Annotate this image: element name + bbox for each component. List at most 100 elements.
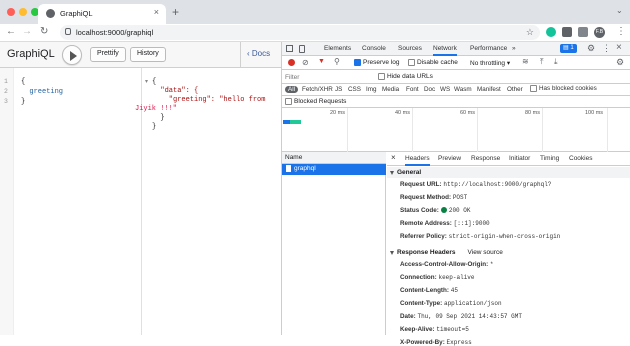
response-header-row: Connection: keep-alive: [400, 274, 475, 281]
tab-elements[interactable]: Elements: [324, 45, 351, 52]
tab-timing[interactable]: Timing: [540, 155, 559, 162]
prettify-button[interactable]: Prettify: [90, 47, 126, 62]
wifi-icon[interactable]: ≋: [522, 57, 529, 66]
new-tab-button[interactable]: +: [172, 5, 179, 19]
fold-arrow-icon[interactable]: ▾: [145, 78, 148, 85]
request-list: Name graphql: [282, 152, 386, 335]
forward-icon[interactable]: →: [22, 26, 32, 37]
device-toolbar-icon[interactable]: [299, 45, 305, 53]
type-media[interactable]: Media: [382, 86, 399, 93]
info-icon[interactable]: [65, 28, 71, 35]
inspect-element-icon[interactable]: [286, 45, 293, 52]
request-row[interactable]: graphql: [282, 164, 386, 175]
type-css[interactable]: CSS: [348, 86, 361, 93]
timeline-tick-label: 100 ms: [585, 110, 604, 116]
type-doc[interactable]: Doc: [424, 86, 435, 93]
type-js[interactable]: JS: [335, 86, 342, 93]
search-icon[interactable]: ⚲: [334, 57, 340, 66]
checkbox-checked-icon: [354, 59, 361, 66]
header-value: POST: [452, 194, 468, 201]
grammarly-extension-icon[interactable]: [546, 27, 556, 37]
type-ws[interactable]: WS: [440, 86, 450, 93]
type-font[interactable]: Font: [406, 86, 419, 93]
filter-row: Hide data URLs: [282, 70, 630, 84]
general-section-toggle[interactable]: General: [387, 167, 630, 178]
tab-response[interactable]: Response: [471, 155, 500, 162]
close-devtools-icon[interactable]: ×: [616, 42, 622, 53]
has-blocked-cookies-checkbox[interactable]: Has blocked cookies: [530, 85, 597, 92]
docs-label: Docs: [251, 49, 271, 58]
result-viewer: ▾ { "data": { "greeting": "hello from Ji…: [135, 68, 281, 335]
header-value: [::1]:9000: [453, 220, 490, 227]
general-row: Request URL: http://localhost:9000/graph…: [400, 181, 551, 188]
type-manifest[interactable]: Manifest: [477, 86, 501, 93]
header-value: *: [489, 261, 494, 268]
network-settings-icon[interactable]: ⚙: [616, 57, 624, 68]
avatar[interactable]: F.B: [594, 27, 605, 38]
header-value: strict-origin-when-cross-origin: [448, 233, 561, 240]
import-har-icon[interactable]: ⤒: [540, 57, 544, 67]
devtools-tab-bar: Elements Console Sources Network Perform…: [282, 42, 630, 56]
blocked-requests-checkbox[interactable]: Blocked Requests: [285, 98, 346, 105]
minimize-window-button[interactable]: [19, 8, 27, 16]
chevron-down-icon[interactable]: ⌄: [616, 6, 623, 15]
browser-tab[interactable]: GraphiQL ×: [38, 4, 166, 24]
filter-funnel-icon[interactable]: ▼: [318, 58, 325, 65]
throttling-select[interactable]: No throttling ▾: [470, 59, 510, 67]
close-details-icon[interactable]: ×: [391, 153, 396, 162]
reload-icon[interactable]: ↻: [40, 26, 48, 37]
timeline-tick-label: 60 ms: [460, 110, 475, 116]
header-value: timeout=5: [436, 326, 469, 333]
tab-title: GraphiQL: [60, 9, 93, 18]
extension-icon[interactable]: [562, 27, 572, 37]
type-img[interactable]: Img: [366, 86, 377, 93]
tab-performance[interactable]: Performance: [470, 45, 507, 52]
more-tabs-button[interactable]: »: [512, 45, 516, 52]
address-bar[interactable]: localhost:9000/graphiql ☆: [60, 25, 540, 40]
tab-console[interactable]: Console: [362, 45, 386, 52]
response-headers-section-toggle[interactable]: Response Headers View source: [387, 247, 630, 258]
filter-input[interactable]: [285, 72, 371, 82]
query-editor[interactable]: 1 2 3 { greeting }: [0, 68, 142, 335]
record-icon[interactable]: [288, 59, 295, 66]
checkbox-icon: [285, 98, 292, 105]
issues-count: 1: [570, 45, 574, 51]
tab-network[interactable]: Network: [433, 45, 457, 56]
preserve-log-checkbox[interactable]: Preserve log: [354, 59, 400, 66]
line-gutter: 1 2 3: [0, 68, 14, 335]
docs-button[interactable]: ‹ Docs: [240, 42, 281, 68]
header-key: Content-Type:: [400, 300, 443, 307]
export-har-icon[interactable]: ⤓: [554, 57, 558, 67]
disable-cache-checkbox[interactable]: Disable cache: [408, 59, 458, 66]
view-source-link[interactable]: View source: [468, 249, 503, 256]
menu-kebab-icon[interactable]: ⋮: [616, 26, 626, 37]
network-overview-timeline[interactable]: 20 ms 40 ms 60 ms 80 ms 100 ms: [282, 108, 630, 152]
history-button[interactable]: History: [130, 47, 166, 62]
puzzle-extensions-icon[interactable]: [578, 27, 588, 37]
tab-preview[interactable]: Preview: [438, 155, 461, 162]
close-window-button[interactable]: [7, 8, 15, 16]
type-all[interactable]: All: [285, 86, 298, 93]
header-key: Remote Address:: [400, 220, 452, 227]
timeline-gridline: [607, 108, 608, 152]
bookmark-star-icon[interactable]: ☆: [526, 27, 534, 38]
issues-badge[interactable]: ▤ 1: [560, 44, 577, 53]
type-wasm[interactable]: Wasm: [454, 86, 472, 93]
clear-icon[interactable]: ⊘: [302, 58, 309, 67]
tab-headers[interactable]: Headers: [405, 155, 430, 166]
hide-data-urls-checkbox[interactable]: Hide data URLs: [378, 73, 433, 80]
tab-sources[interactable]: Sources: [398, 45, 422, 52]
settings-gear-icon[interactable]: ⚙: [587, 43, 595, 54]
name-column-header[interactable]: Name: [282, 152, 386, 164]
type-fetch-xhr[interactable]: Fetch/XHR: [302, 86, 333, 93]
tab-cookies[interactable]: Cookies: [569, 155, 592, 162]
type-other[interactable]: Other: [507, 86, 523, 93]
header-value: 45: [450, 287, 458, 294]
line-number: 1: [4, 78, 8, 85]
tab-initiator[interactable]: Initiator: [509, 155, 530, 162]
execute-query-button[interactable]: [62, 45, 82, 65]
back-icon[interactable]: ←: [6, 26, 16, 37]
result-line: "data": {: [152, 87, 199, 95]
devtools-menu-icon[interactable]: ⋮: [602, 43, 611, 54]
close-tab-icon[interactable]: ×: [154, 7, 159, 17]
